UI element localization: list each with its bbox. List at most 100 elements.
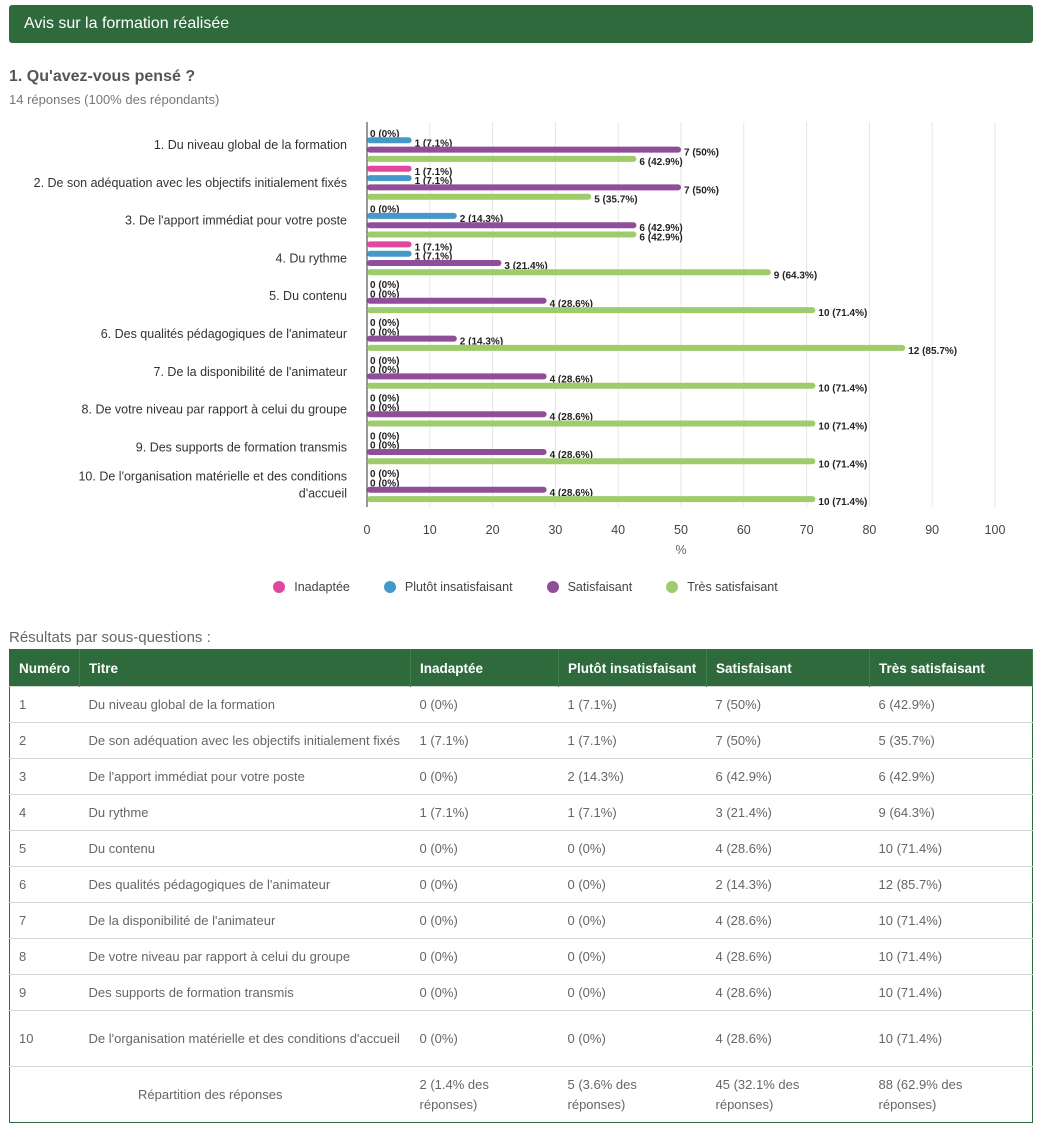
col-header-numero: Numéro [9, 649, 81, 687]
bar [367, 344, 906, 351]
bar [367, 486, 547, 493]
cell-tres-satisfaisant: 9 (64.3%) [869, 794, 1033, 831]
bar [367, 231, 637, 238]
chart-bars: 0 (0%)1 (7.1%)7 (50%)6 (42.9%)1 (7.1%)1 … [367, 129, 957, 508]
col-header-titre: Titre [79, 649, 412, 687]
cell-titre: De la disponibilité de l'animateur [79, 902, 411, 939]
summary-label: Répartition des réponses [9, 1066, 411, 1123]
cell-satisfaisant: 7 (50%) [706, 722, 870, 759]
cell-tres-satisfaisant: 10 (71.4%) [869, 938, 1033, 975]
cell-tres-satisfaisant: 10 (71.4%) [869, 1010, 1033, 1067]
bar [367, 411, 547, 418]
cell-numero: 6 [9, 866, 80, 903]
cell-tres-satisfaisant: 5 (35.7%) [869, 722, 1033, 759]
section-title: Avis sur la formation réalisée [24, 15, 230, 32]
table-row: 3 De l'apport immédiat pour votre poste … [9, 758, 1033, 795]
table-row: 9 Des supports de formation transmis 0 (… [9, 974, 1033, 1011]
category-label: 2. De son adéquation avec les objectifs … [34, 176, 347, 190]
bar [367, 420, 816, 427]
cell-inadaptee: 1 (7.1%) [410, 722, 559, 759]
category-label: 8. De votre niveau par rapport à celui d… [82, 403, 347, 417]
bar-data-label: 12 (85.7%) [908, 346, 957, 357]
cell-tres-satisfaisant: 6 (42.9%) [869, 758, 1033, 795]
bar-data-label: 10 (71.4%) [818, 497, 867, 508]
summary-row: Répartition des réponses 2 (1.4% des rép… [9, 1066, 1033, 1123]
summary-satisfaisant: 45 (32.1% des réponses) [706, 1066, 870, 1123]
cell-titre: De l'apport immédiat pour votre poste [79, 758, 411, 795]
cell-satisfaisant: 4 (28.6%) [706, 938, 870, 975]
category-label: 10. De l'organisation matérielle et des … [78, 470, 347, 484]
cell-plutot-insatisfaisant: 0 (0%) [558, 938, 707, 975]
cell-inadaptee: 0 (0%) [410, 866, 559, 903]
cell-titre: Des supports de formation transmis [79, 974, 411, 1011]
bar-data-label: 9 (64.3%) [774, 270, 817, 281]
question-response-count: 14 réponses (100% des répondants) [9, 92, 220, 107]
col-header-tres-satisfaisant: Très satisfaisant [869, 649, 1033, 687]
category-label: 9. Des supports de formation transmis [136, 440, 347, 454]
bar [367, 212, 457, 219]
x-tick-label: 90 [925, 523, 939, 537]
bar-data-label: 10 (71.4%) [818, 422, 867, 433]
legend-swatch-tres-satisfaisant [666, 581, 679, 593]
cell-tres-satisfaisant: 10 (71.4%) [869, 902, 1033, 939]
table-header-row: Numéro Titre Inadaptée Plutôt insatisfai… [9, 649, 1033, 687]
bar [367, 165, 412, 172]
cell-tres-satisfaisant: 10 (71.4%) [869, 974, 1033, 1011]
bar [367, 335, 457, 342]
table-row: 8 De votre niveau par rapport à celui du… [9, 938, 1033, 975]
cell-inadaptee: 0 (0%) [410, 830, 559, 867]
cell-numero: 5 [9, 830, 80, 867]
cell-satisfaisant: 3 (21.4%) [706, 794, 870, 831]
category-label: 1. Du niveau global de la formation [154, 138, 347, 152]
col-header-inadaptee: Inadaptée [410, 649, 560, 687]
cell-satisfaisant: 4 (28.6%) [706, 974, 870, 1011]
cell-inadaptee: 1 (7.1%) [410, 794, 559, 831]
bar [367, 241, 412, 248]
cell-numero: 8 [9, 938, 80, 975]
legend-item-inadaptee[interactable]: Inadaptée [273, 580, 350, 594]
cell-plutot-insatisfaisant: 0 (0%) [558, 902, 707, 939]
cell-satisfaisant: 6 (42.9%) [706, 758, 870, 795]
x-tick-label: 100 [985, 523, 1006, 537]
table-row: 4 Du rythme 1 (7.1%) 1 (7.1%) 3 (21.4%) … [9, 794, 1033, 831]
bar-data-label: 6 (42.9%) [639, 157, 682, 168]
bar [367, 155, 637, 162]
chart-x-ticks: 0 10 20 30 40 50 60 70 80 90 100 [364, 523, 1006, 537]
chart-legend: Inadaptée Plutôt insatisfaisant Satisfai… [0, 580, 1043, 594]
cell-inadaptee: 0 (0%) [410, 686, 559, 723]
cell-titre: De son adéquation avec les objectifs ini… [79, 722, 411, 759]
cell-titre: Du contenu [79, 830, 411, 867]
legend-item-tres-satisfaisant[interactable]: Très satisfaisant [666, 580, 778, 594]
cell-numero: 3 [9, 758, 80, 795]
cell-numero: 9 [9, 974, 80, 1011]
table-row: 10 De l'organisation matérielle et des c… [9, 1010, 1033, 1067]
table-caption: Résultats par sous-questions : [9, 629, 211, 646]
category-label: 4. Du rythme [275, 251, 347, 265]
cell-plutot-insatisfaisant: 0 (0%) [558, 830, 707, 867]
legend-swatch-plutot-insatisfaisant [383, 581, 396, 593]
bar [367, 222, 637, 229]
cell-tres-satisfaisant: 6 (42.9%) [869, 686, 1033, 723]
cell-titre: De l'organisation matérielle et des cond… [79, 1010, 411, 1067]
question-title: 1. Qu'avez-vous pensé ? [9, 68, 196, 85]
table-row: 1 Du niveau global de la formation 0 (0%… [9, 686, 1033, 723]
bar [367, 307, 816, 314]
bar [367, 175, 412, 182]
legend-item-satisfaisant[interactable]: Satisfaisant [546, 580, 632, 594]
legend-item-plutot-insatisfaisant[interactable]: Plutôt insatisfaisant [383, 580, 513, 594]
cell-titre: Du rythme [79, 794, 411, 831]
cell-inadaptee: 0 (0%) [410, 938, 559, 975]
cell-plutot-insatisfaisant: 2 (14.3%) [558, 758, 707, 795]
chart-x-axis-label: % [675, 543, 686, 557]
cell-tres-satisfaisant: 10 (71.4%) [869, 830, 1033, 867]
cell-numero: 1 [9, 686, 80, 723]
x-tick-label: 30 [548, 523, 562, 537]
bar [367, 496, 816, 503]
cell-satisfaisant: 2 (14.3%) [706, 866, 870, 903]
x-tick-label: 70 [800, 523, 814, 537]
cell-inadaptee: 0 (0%) [410, 758, 559, 795]
results-table: Numéro Titre Inadaptée Plutôt insatisfai… [9, 649, 1033, 1123]
cell-satisfaisant: 4 (28.6%) [706, 902, 870, 939]
category-label: 7. De la disponibilité de l'animateur [154, 365, 347, 379]
legend-swatch-satisfaisant [546, 581, 559, 593]
